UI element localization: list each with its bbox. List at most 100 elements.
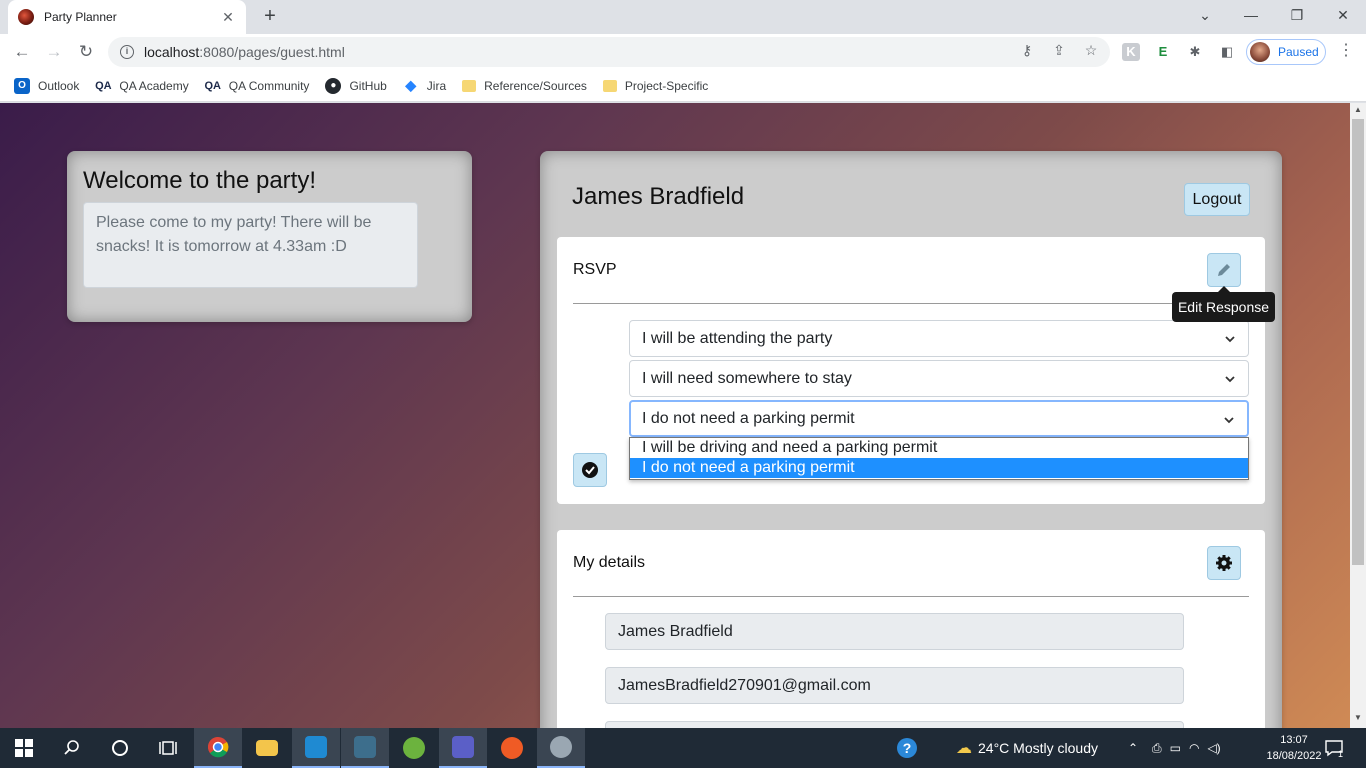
edit-response-button[interactable] xyxy=(1207,253,1241,287)
taskbar-paint[interactable] xyxy=(537,728,585,768)
details-divider xyxy=(573,596,1249,597)
reload-icon[interactable]: ↻ xyxy=(74,40,98,64)
welcome-heading: Welcome to the party! xyxy=(83,167,316,194)
profile-avatar xyxy=(1250,42,1270,62)
folder-icon xyxy=(462,79,477,92)
taskbar-mysql-workbench[interactable] xyxy=(341,728,389,768)
parking-option[interactable]: I will be driving and need a parking per… xyxy=(630,438,1248,458)
browser-tab[interactable]: Party Planner ✕ xyxy=(8,0,246,34)
bookmark-label: Jira xyxy=(426,78,447,93)
accommodation-select[interactable]: I will need somewhere to stay xyxy=(629,360,1249,397)
minimize-icon[interactable]: — xyxy=(1228,0,1274,30)
show-hidden-icons[interactable]: ⌃ xyxy=(1128,728,1138,768)
share-icon[interactable]: ⇪ xyxy=(1050,41,1068,59)
back-arrow-icon[interactable]: ← xyxy=(10,40,34,64)
bookmark-label: Outlook xyxy=(38,78,80,93)
mysql-icon xyxy=(354,736,376,758)
bookmark-jira[interactable]: ◆ Jira xyxy=(403,77,447,94)
logout-button[interactable]: Logout xyxy=(1184,183,1250,216)
task-view-button[interactable] xyxy=(144,728,192,768)
party-message-textarea[interactable]: Please come to my party! There will be s… xyxy=(83,202,418,288)
taskbar-postman[interactable] xyxy=(488,728,536,768)
side-panel-icon[interactable]: ◧ xyxy=(1218,43,1236,61)
svg-text:?: ? xyxy=(903,740,912,756)
party-favicon-icon xyxy=(18,9,34,25)
tray-icons[interactable]: ⎙ ▭ ◠ ◁) xyxy=(1152,728,1221,768)
rsvp-title: RSVP xyxy=(573,261,617,278)
gear-icon xyxy=(1216,555,1232,571)
postman-icon xyxy=(501,737,523,759)
close-tab-icon[interactable]: ✕ xyxy=(220,9,236,26)
extensions-puzzle-icon[interactable]: ✱ xyxy=(1186,43,1204,61)
bookmark-qa-academy[interactable]: QA QA Academy xyxy=(95,78,189,94)
taskbar-teams[interactable] xyxy=(439,728,487,768)
rsvp-divider xyxy=(573,303,1249,304)
bookmark-outlook[interactable]: O Outlook xyxy=(14,77,80,94)
paint-icon xyxy=(550,736,572,758)
details-panel: My details James Bradfield JamesBradfiel… xyxy=(557,530,1265,728)
scroll-down-icon[interactable]: ▼ xyxy=(1350,713,1366,727)
extension-k-icon[interactable]: K xyxy=(1122,43,1140,61)
search-button[interactable] xyxy=(48,728,96,768)
scroll-up-icon[interactable]: ▲ xyxy=(1350,105,1366,119)
bookmark-qa-community[interactable]: QA QA Community xyxy=(204,78,310,94)
browser-toolbar: ← → ↻ i localhost:8080/pages/guest.html … xyxy=(0,34,1366,70)
cortana-button[interactable] xyxy=(96,728,144,768)
bookmark-project-specific[interactable]: Project-Specific xyxy=(602,78,709,93)
chrome-icon xyxy=(208,737,229,758)
parking-option-selected[interactable]: I do not need a parking permit xyxy=(630,458,1248,478)
profile-button[interactable]: Paused xyxy=(1246,39,1326,65)
forward-arrow-icon[interactable]: → xyxy=(42,40,66,64)
parking-value: I do not need a parking permit xyxy=(642,410,855,427)
page-scrollbar[interactable]: ▲ ▼ xyxy=(1350,103,1366,728)
new-tab-icon[interactable]: + xyxy=(258,4,282,28)
notifications-button[interactable]: 1 xyxy=(1324,728,1343,768)
github-icon: ● xyxy=(325,77,342,94)
system-clock[interactable]: 13:07 18/08/2022 xyxy=(1262,732,1326,764)
taskbar-spring-tools[interactable] xyxy=(390,728,438,768)
bookmark-star-icon[interactable]: ☆ xyxy=(1082,41,1100,59)
bookmark-reference-sources[interactable]: Reference/Sources xyxy=(462,79,587,93)
scrollbar-thumb[interactable] xyxy=(1352,119,1364,565)
name-field[interactable]: James Bradfield xyxy=(605,613,1184,650)
bookmark-label: GitHub xyxy=(349,78,387,93)
jira-icon: ◆ xyxy=(405,77,417,93)
site-info-icon[interactable]: i xyxy=(120,45,134,59)
attendance-select[interactable]: I will be attending the party xyxy=(629,320,1249,357)
qa-icon: QA xyxy=(95,79,112,92)
bookmark-label: Project-Specific xyxy=(624,78,709,93)
extension-e-icon[interactable]: E xyxy=(1154,43,1172,61)
weather-widget[interactable]: ☁ 24°C Mostly cloudy xyxy=(956,728,1098,768)
qa-icon: QA xyxy=(204,79,221,92)
extra-field[interactable] xyxy=(605,721,1184,728)
edit-response-tooltip: Edit Response xyxy=(1172,286,1275,322)
windows-logo-icon xyxy=(15,739,33,757)
guest-name: James Bradfield xyxy=(572,183,745,210)
password-key-icon[interactable]: ⚷ xyxy=(1018,41,1036,59)
task-view-icon xyxy=(159,741,177,755)
tab-search-chevron-icon[interactable]: ⌄ xyxy=(1182,0,1228,30)
taskbar-chrome[interactable] xyxy=(194,728,242,768)
volume-icon: ◁) xyxy=(1207,741,1221,755)
wifi-icon: ◠ xyxy=(1188,741,1200,755)
taskbar-file-explorer[interactable] xyxy=(243,728,291,768)
help-tray-icon[interactable]: ? xyxy=(896,728,918,768)
outlook-icon: O xyxy=(14,77,30,94)
bookmark-label: QA Community xyxy=(228,78,310,93)
maximize-icon[interactable]: ❐ xyxy=(1274,0,1320,30)
details-settings-button[interactable] xyxy=(1207,546,1241,580)
bookmark-github[interactable]: ● GitHub xyxy=(325,77,387,94)
weather-text: 24°C Mostly cloudy xyxy=(978,740,1098,756)
address-bar[interactable]: i localhost:8080/pages/guest.html xyxy=(108,37,1110,67)
browser-menu-icon[interactable]: ⋮ xyxy=(1338,42,1354,60)
start-button[interactable] xyxy=(0,728,48,768)
email-field[interactable]: JamesBradfield270901@gmail.com xyxy=(605,667,1184,704)
chevron-down-icon xyxy=(1225,376,1235,383)
bookmark-label: QA Academy xyxy=(119,78,189,93)
close-window-icon[interactable]: ✕ xyxy=(1320,0,1366,30)
chevron-down-icon xyxy=(1225,336,1235,343)
details-title: My details xyxy=(573,554,646,571)
confirm-rsvp-button[interactable] xyxy=(573,453,607,487)
taskbar-vscode[interactable] xyxy=(292,728,340,768)
parking-select[interactable]: I do not need a parking permit xyxy=(629,400,1249,437)
